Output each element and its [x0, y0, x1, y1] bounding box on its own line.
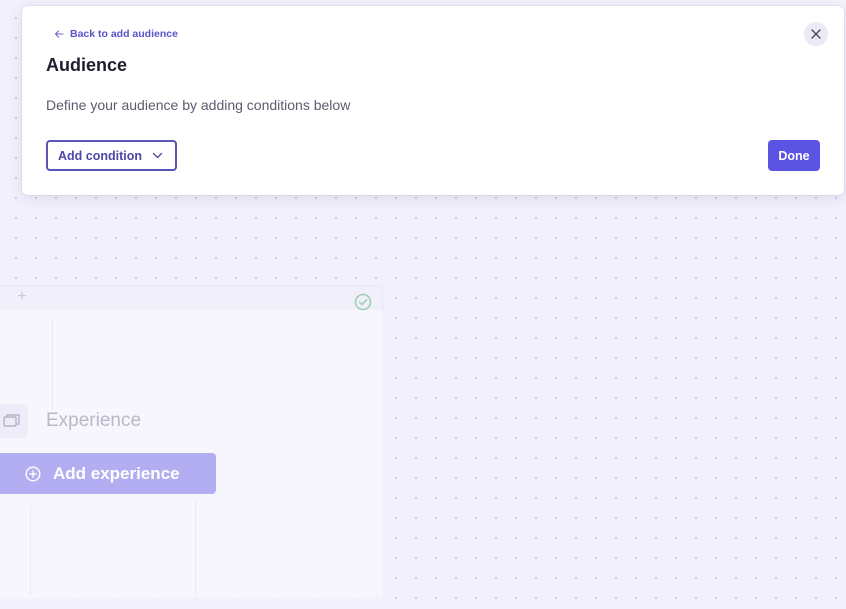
window-icon — [0, 404, 28, 438]
back-link-label: Back to add audience — [70, 28, 178, 40]
close-icon — [811, 29, 821, 39]
add-condition-label: Add condition — [58, 148, 143, 163]
decorative-line — [195, 500, 196, 595]
close-button[interactable] — [804, 22, 828, 46]
plus-circle-icon — [25, 465, 41, 482]
back-link[interactable]: Back to add audience — [54, 28, 178, 40]
chevron-down-icon — [152, 152, 163, 159]
modal-description: Define your audience by adding condition… — [46, 97, 351, 113]
decorative-line — [30, 505, 31, 595]
experience-label: Experience — [46, 410, 142, 431]
experience-card: + — [0, 285, 383, 599]
card-header-strip: + — [0, 286, 382, 310]
done-button[interactable]: Done — [768, 140, 820, 171]
check-circle-icon — [354, 293, 372, 311]
add-condition-button[interactable]: Add condition — [46, 140, 177, 171]
plus-icon[interactable]: + — [15, 289, 29, 305]
add-experience-label: Add experience — [53, 463, 180, 483]
add-experience-button[interactable]: Add experience — [0, 453, 216, 494]
arrow-left-icon — [54, 30, 64, 38]
decorative-line — [52, 320, 53, 410]
modal-title: Audience — [46, 55, 128, 75]
audience-modal: Back to add audience Audience Define you… — [22, 6, 844, 195]
